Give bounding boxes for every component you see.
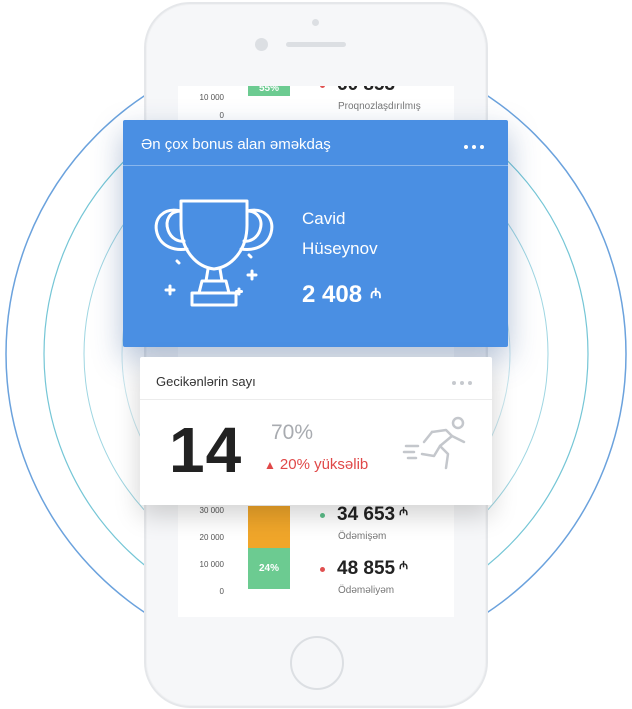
phone-speaker	[286, 42, 346, 47]
y-tick: 20 000	[199, 533, 224, 542]
change-indicator: ▲ 20% yüksəlib	[264, 456, 368, 473]
metric-label: Ödəmişəm	[338, 531, 387, 542]
card-header: Gecikənlərin sayı	[140, 357, 492, 400]
phone-sensor	[312, 19, 319, 26]
bonus-amount-row: 2 408 ₼	[302, 281, 381, 309]
y-tick: 10 000	[199, 560, 224, 569]
progress-bar-top: 55%	[248, 86, 290, 96]
metric-value: 48 855	[337, 558, 396, 579]
metric-value: 34 653	[337, 504, 396, 525]
status-dot	[320, 86, 325, 88]
late-employees-card: Gecikənlərin sayı 14 70% ▲ 20% yüksəlib	[140, 357, 492, 505]
phone-camera	[255, 38, 268, 51]
change-text: 20% yüksəlib	[279, 456, 369, 473]
running-person-icon	[402, 416, 466, 470]
manat-icon: ₼	[399, 560, 409, 572]
top-bonus-card: Ən çox bonus alan əməkdaş Cavid Hüseynov…	[123, 120, 508, 347]
card-title: Gecikənlərin sayı	[156, 374, 256, 389]
more-options-icon[interactable]	[464, 145, 484, 149]
more-options-icon[interactable]	[452, 381, 472, 385]
arrow-up-icon: ▲	[264, 458, 276, 472]
y-tick: 10 000	[199, 93, 224, 102]
metric-label: Ödəməliyəm	[338, 585, 395, 596]
card-title: Ən çox bonus alan əməkdaş	[141, 136, 331, 153]
metric-label: Proqnozlaşdırılmış	[338, 101, 421, 112]
manat-icon: ₼	[399, 506, 409, 518]
employee-last-name: Hüseynov	[302, 239, 378, 258]
metric-value: 60 853	[337, 86, 395, 96]
y-tick: 0	[219, 587, 224, 596]
progress-bar-bottom: 24%	[248, 548, 290, 589]
trophy-icon	[154, 199, 274, 307]
bonus-amount: 2 408	[302, 281, 363, 308]
phone-home-button[interactable]	[290, 636, 344, 690]
late-percent: 70%	[271, 421, 314, 444]
employee-first-name: Cavid	[302, 209, 346, 228]
late-count: 14	[169, 414, 243, 486]
status-dot	[320, 567, 325, 572]
status-dot	[320, 513, 325, 518]
card-header: Ən çox bonus alan əməkdaş	[123, 120, 508, 166]
y-tick: 0	[219, 111, 224, 120]
manat-icon: ₼	[370, 285, 382, 301]
y-tick: 30 000	[199, 506, 224, 515]
